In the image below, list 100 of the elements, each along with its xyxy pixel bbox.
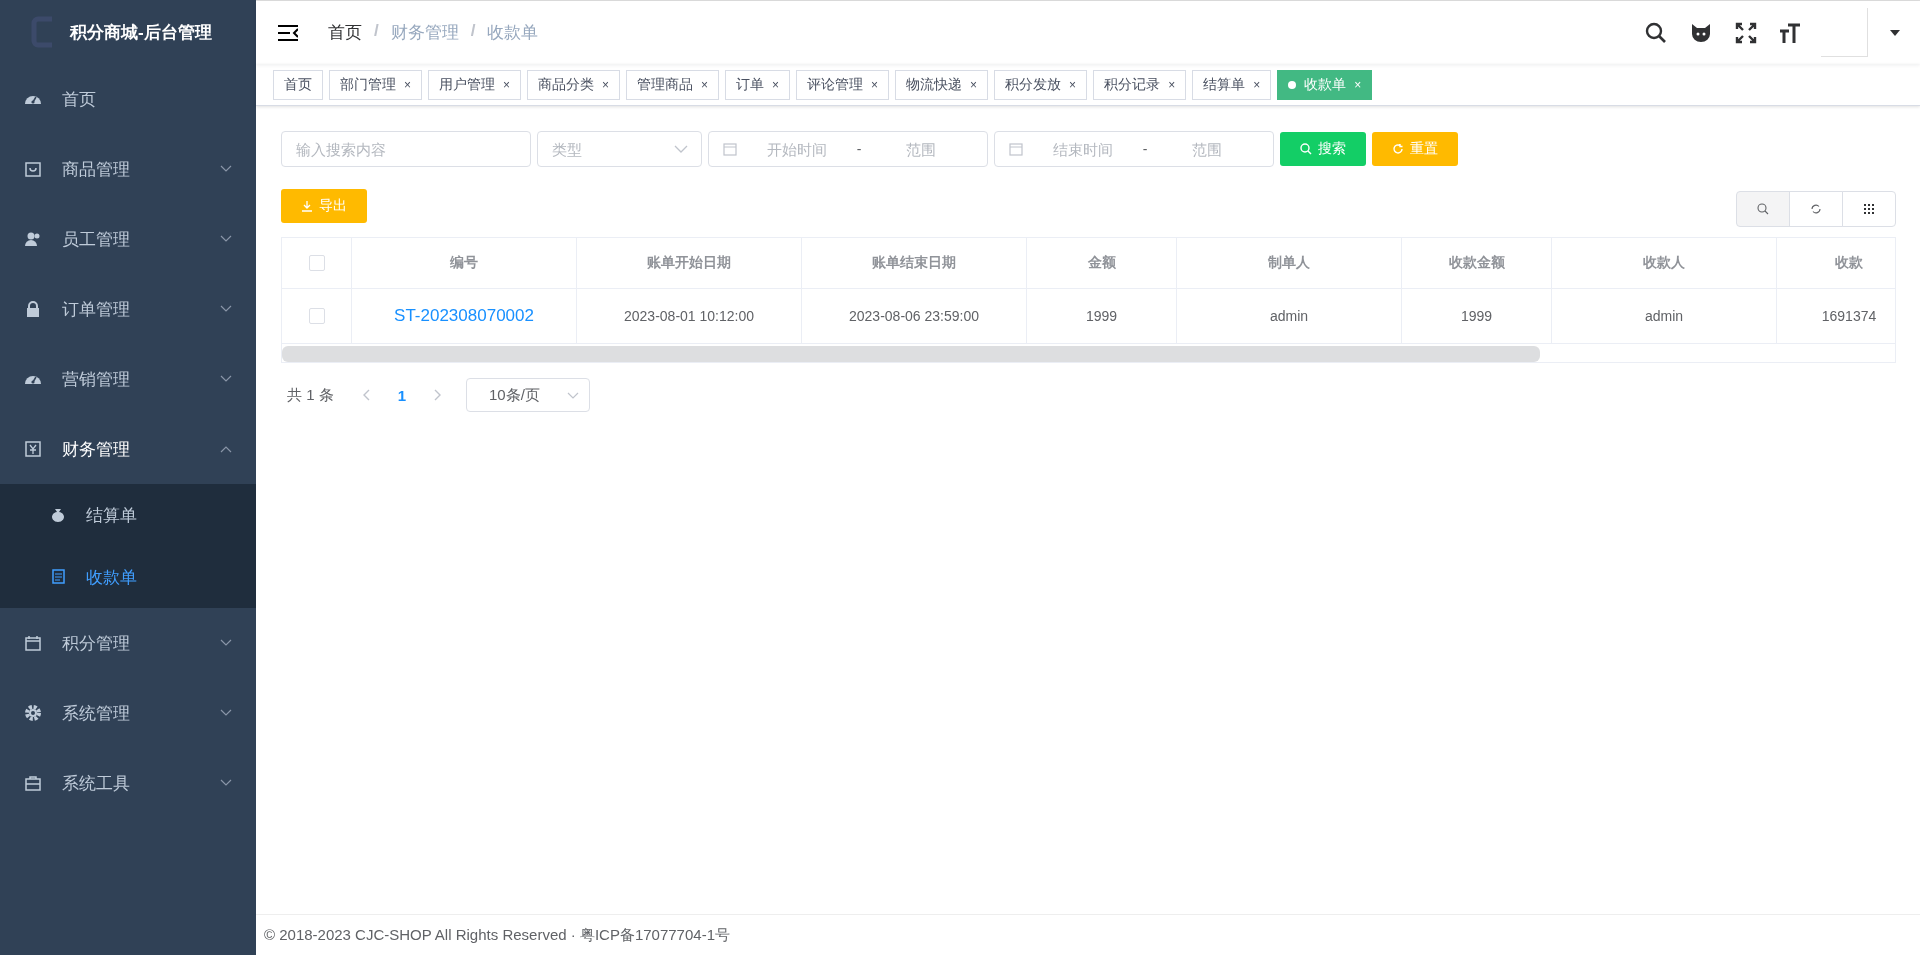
tab[interactable]: 用户管理 × bbox=[428, 69, 522, 100]
table-cell: admin bbox=[1552, 289, 1777, 343]
app-title: 积分商城-后台管理 bbox=[70, 21, 212, 44]
column-header: 金额 bbox=[1027, 238, 1177, 288]
close-icon[interactable]: × bbox=[1069, 77, 1077, 92]
column-header: 账单结束日期 bbox=[802, 238, 1027, 288]
table-cell: 1691374 bbox=[1777, 289, 1895, 343]
date-input[interactable]: 开始时间 bbox=[745, 139, 849, 159]
download-icon bbox=[301, 200, 313, 212]
tab[interactable]: 订单 × bbox=[725, 69, 791, 100]
range-separator: - bbox=[1142, 141, 1148, 157]
date-input[interactable]: 结束时间 bbox=[1031, 139, 1135, 159]
close-icon[interactable]: × bbox=[701, 77, 709, 92]
columns-button[interactable] bbox=[1842, 191, 1896, 227]
receipt-icon bbox=[50, 569, 66, 585]
close-icon[interactable]: × bbox=[1168, 77, 1176, 92]
cat-icon[interactable] bbox=[1689, 21, 1713, 44]
chevron-icon bbox=[567, 391, 580, 399]
type-select[interactable]: 类型 bbox=[537, 131, 702, 167]
lock-icon bbox=[24, 300, 42, 318]
breadcrumb-separator: / bbox=[374, 21, 379, 42]
range-separator: - bbox=[856, 141, 862, 157]
calendar-icon bbox=[1009, 142, 1023, 156]
money-icon bbox=[24, 440, 42, 458]
breadcrumb-item: 财务管理 bbox=[390, 22, 459, 44]
table-cell: 2023-08-01 10:12:00 bbox=[577, 289, 802, 343]
menu-icon[interactable] bbox=[278, 24, 298, 41]
sidebar-subitem[interactable]: 结算单 bbox=[0, 484, 256, 546]
sidebar-item[interactable]: 财务管理 bbox=[0, 414, 256, 484]
tab[interactable]: 部门管理 × bbox=[329, 69, 422, 100]
font-size-icon[interactable] bbox=[1779, 21, 1801, 44]
breadcrumb-item: 收款单 bbox=[487, 22, 539, 44]
column-header: 编号 bbox=[352, 238, 577, 288]
close-icon[interactable]: × bbox=[970, 77, 978, 92]
column-header: 收款 bbox=[1777, 238, 1895, 288]
sidebar-item[interactable]: 员工管理 bbox=[0, 204, 256, 274]
close-icon[interactable]: × bbox=[602, 77, 610, 92]
table-cell: admin bbox=[1177, 289, 1402, 343]
search-toggle-button[interactable] bbox=[1736, 191, 1790, 227]
tab[interactable]: 评论管理 × bbox=[796, 69, 890, 100]
close-icon[interactable]: × bbox=[871, 77, 879, 92]
tab[interactable]: 结算单 × bbox=[1192, 69, 1272, 100]
sidebar-subitem[interactable]: 收款单 bbox=[0, 546, 256, 608]
column-header: 收款人 bbox=[1552, 238, 1777, 288]
tab[interactable]: 物流快递 × bbox=[895, 69, 989, 100]
chevron-right-icon[interactable] bbox=[434, 389, 443, 401]
grid-icon bbox=[1863, 203, 1875, 215]
caret-icon[interactable] bbox=[1890, 29, 1900, 36]
sidebar-item[interactable]: 商品管理 bbox=[0, 134, 256, 204]
breadcrumb-item[interactable]: 首页 bbox=[328, 21, 362, 44]
date-input[interactable]: 范围 bbox=[1155, 139, 1259, 159]
calendar-icon bbox=[24, 634, 42, 652]
search-field[interactable]: 输入搜索内容 bbox=[281, 131, 531, 167]
toolbox-icon bbox=[24, 774, 42, 792]
close-icon[interactable]: × bbox=[1253, 77, 1261, 92]
tab[interactable]: 积分记录 × bbox=[1093, 69, 1187, 100]
sidebar-item[interactable]: 系统工具 bbox=[0, 748, 256, 818]
sidebar-item[interactable]: 营销管理 bbox=[0, 344, 256, 414]
table-cell: 1999 bbox=[1402, 289, 1552, 343]
column-header: 收款金额 bbox=[1402, 238, 1552, 288]
close-icon[interactable]: × bbox=[503, 77, 511, 92]
table-cell: 1999 bbox=[1027, 289, 1177, 343]
breadcrumb-separator: / bbox=[470, 21, 476, 42]
footer-text: © 2018-2023 CJC-SHOP All Rights Reserved · 粤ICP备17077704-1号 bbox=[256, 914, 1920, 955]
checkbox[interactable] bbox=[308, 308, 325, 324]
refresh-icon bbox=[1810, 203, 1822, 215]
column-header: 制单人 bbox=[1177, 238, 1402, 288]
column-header: 账单开始日期 bbox=[577, 238, 802, 288]
tab[interactable]: 管理商品 × bbox=[626, 69, 720, 100]
refresh-button[interactable] bbox=[1789, 191, 1843, 227]
sidebar-item[interactable]: 系统管理 bbox=[0, 678, 256, 748]
date-input[interactable]: 范围 bbox=[869, 139, 973, 159]
tab[interactable]: 首页 bbox=[273, 69, 323, 100]
total-count: 共 1 条 bbox=[287, 385, 334, 405]
sidebar-item[interactable]: 订单管理 bbox=[0, 274, 256, 344]
avatar-placeholder[interactable] bbox=[1821, 8, 1868, 57]
close-icon[interactable]: × bbox=[404, 77, 411, 92]
tab[interactable]: 商品分类 × bbox=[527, 69, 621, 100]
chevron-icon bbox=[674, 145, 688, 153]
page-size-select[interactable]: 10条/页 bbox=[466, 378, 591, 412]
close-icon[interactable]: × bbox=[772, 77, 780, 92]
checkbox[interactable] bbox=[308, 255, 325, 271]
search-icon bbox=[1300, 143, 1312, 155]
gear-icon bbox=[24, 704, 42, 722]
sidebar-item[interactable]: 积分管理 bbox=[0, 608, 256, 678]
tab[interactable]: 积分发放 × bbox=[994, 69, 1088, 100]
bag-icon bbox=[24, 160, 42, 178]
refresh-icon bbox=[1392, 143, 1404, 155]
dot-icon bbox=[1288, 80, 1297, 89]
date-range-field[interactable]: 开始时间 - 范围 bbox=[708, 131, 988, 167]
table-cell: 2023-08-06 23:59:00 bbox=[802, 289, 1027, 343]
moneybag-icon bbox=[50, 507, 66, 523]
calendar-icon bbox=[723, 142, 737, 156]
search-icon bbox=[1757, 203, 1769, 215]
scrollbar-thumb[interactable] bbox=[282, 346, 1540, 362]
date-range-field[interactable]: 结束时间 - 范围 bbox=[994, 131, 1274, 167]
fullscreen-icon[interactable] bbox=[1735, 21, 1757, 44]
chevron-left-icon[interactable] bbox=[361, 389, 370, 401]
search-icon[interactable] bbox=[1645, 21, 1667, 44]
sidebar-item[interactable]: 首页 bbox=[0, 64, 256, 134]
